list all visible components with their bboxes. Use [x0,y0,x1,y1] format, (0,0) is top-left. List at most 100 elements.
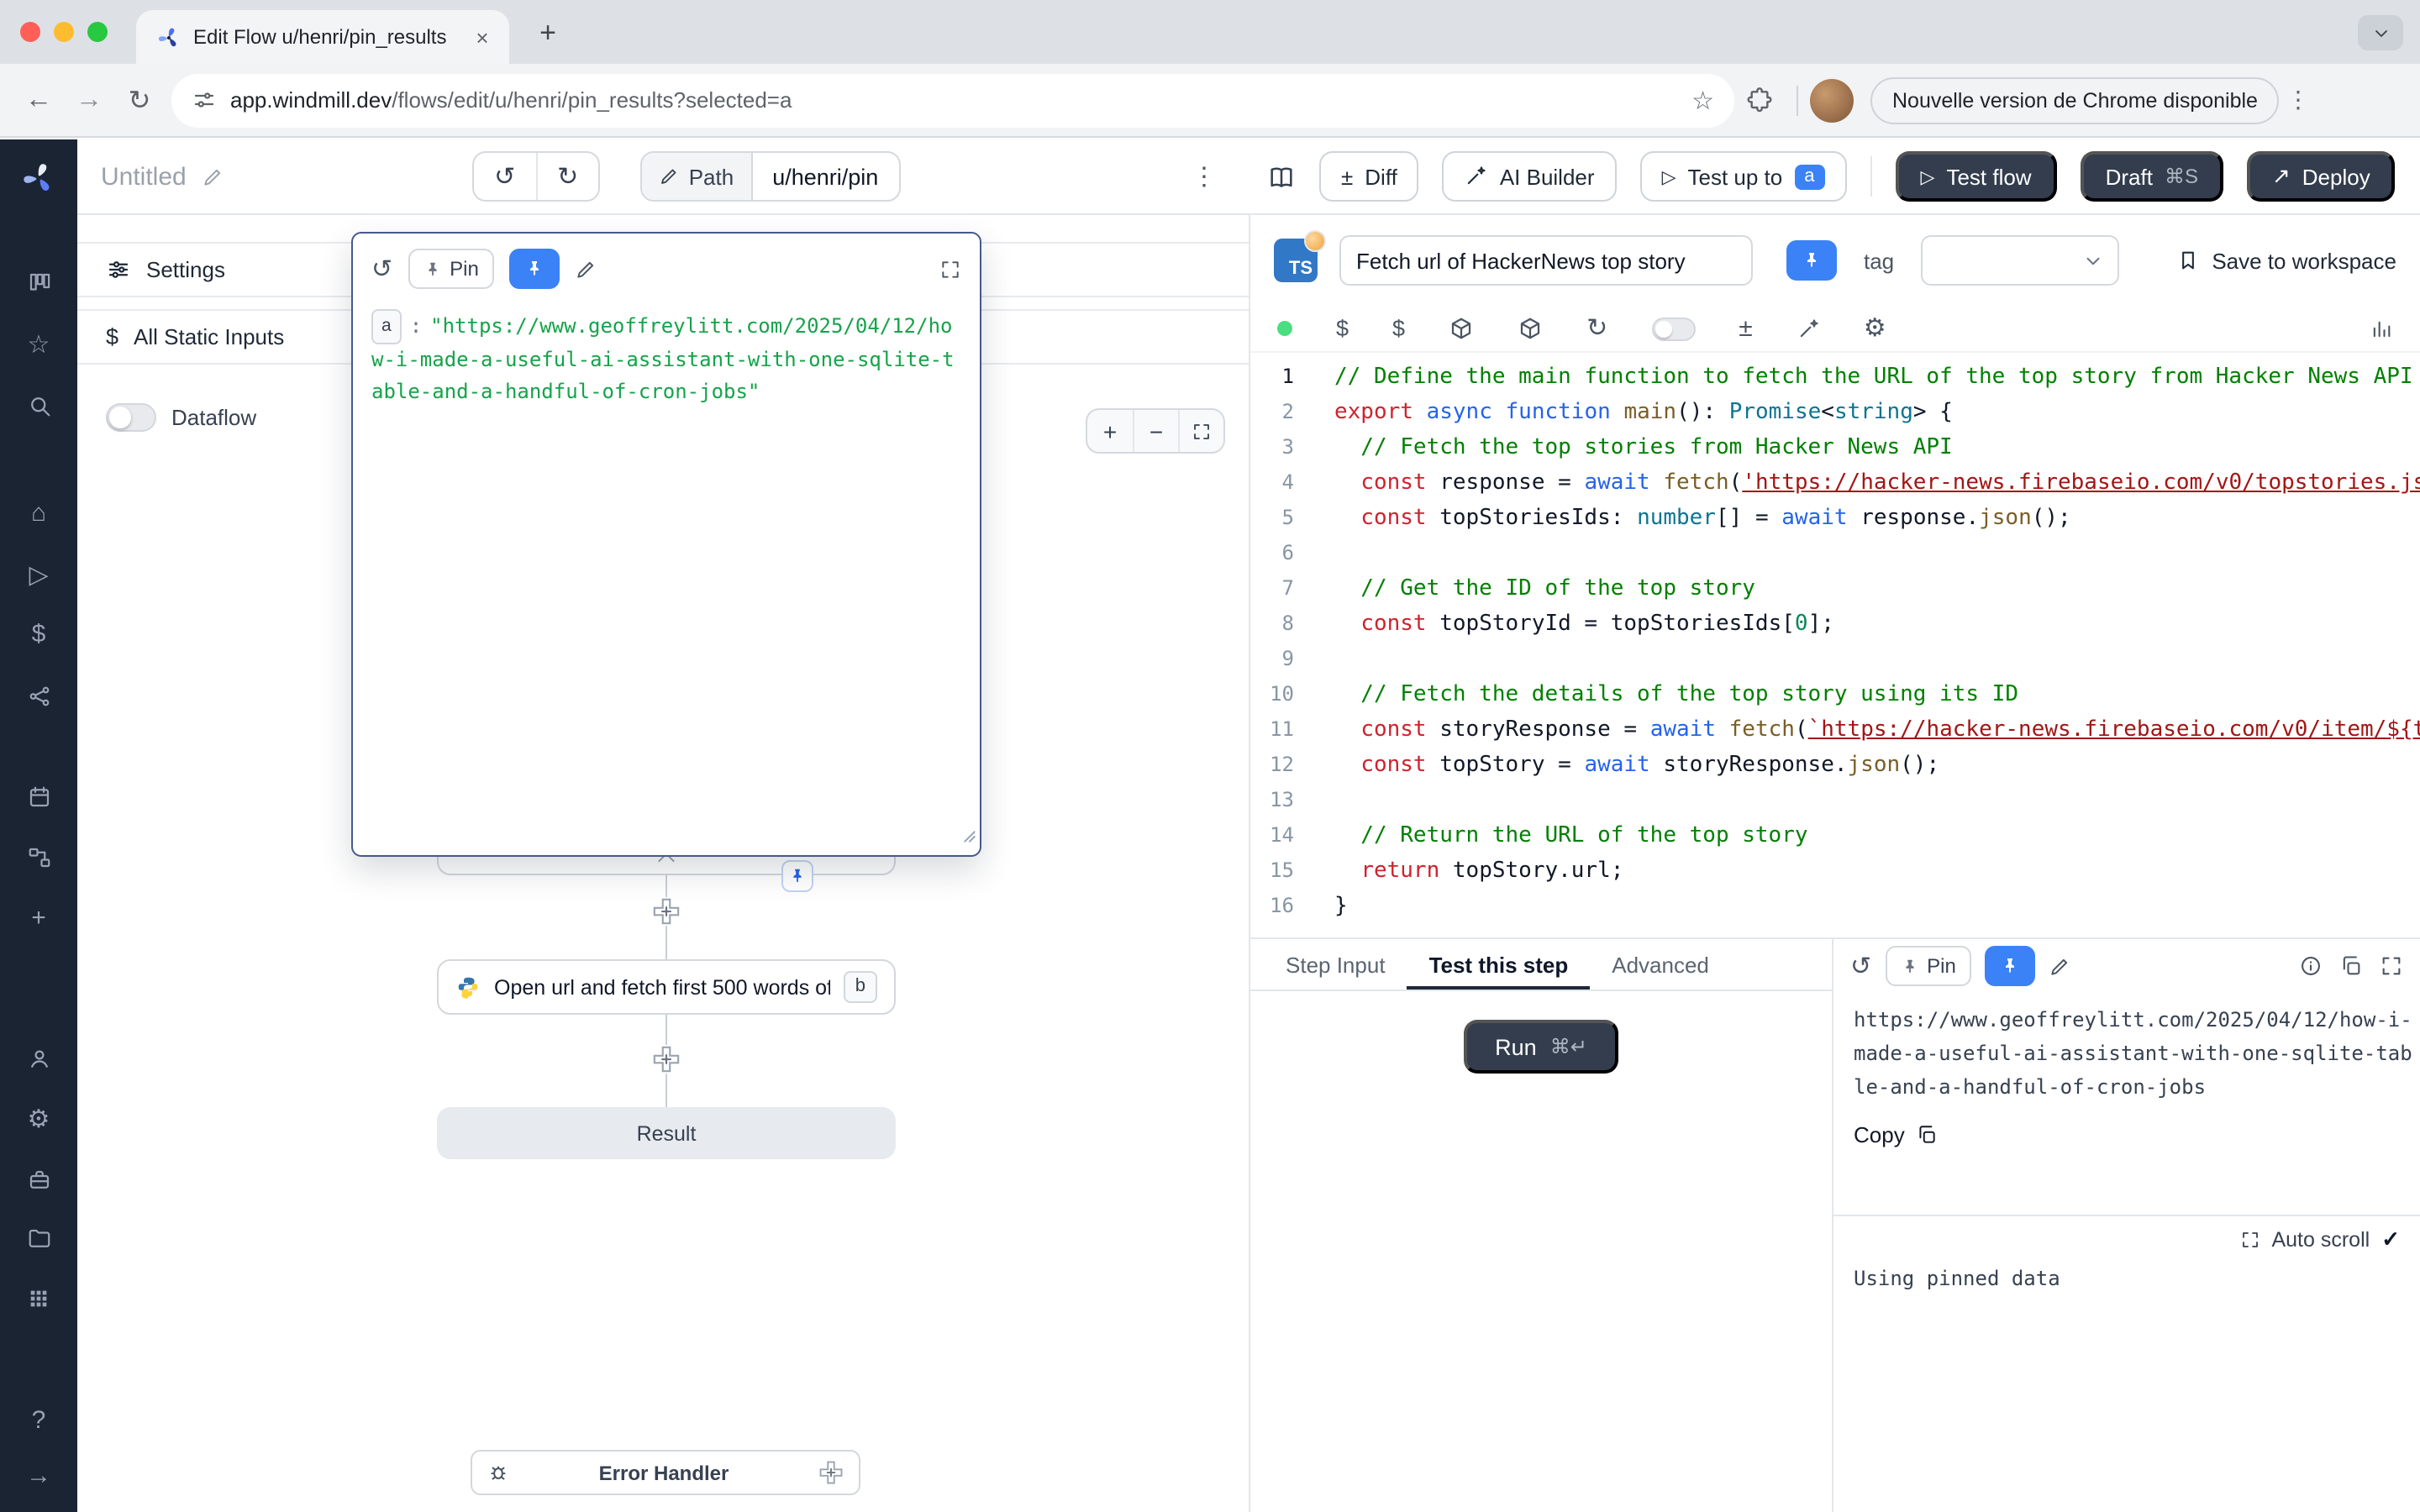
home-icon[interactable]: ⌂ [0,494,77,531]
copy-icon[interactable] [2339,954,2363,978]
tab-close-icon[interactable]: × [469,24,496,50]
diff-button[interactable]: ± Diff [1319,151,1419,202]
pinned-arg-value[interactable]: a:"https://www.geoffreylitt.com/2025/04/… [353,297,980,420]
resize-handle-icon[interactable] [961,823,978,853]
code-line[interactable]: 1// Define the main function to fetch th… [1250,360,2420,395]
code-line[interactable]: 15 return topStory.url; [1250,853,2420,889]
tab-step-input[interactable]: Step Input [1264,939,1407,990]
reload-script-icon[interactable]: ↻ [1586,316,1607,341]
forward-icon[interactable]: → [64,75,114,125]
code-line[interactable]: 13 [1250,783,2420,818]
runs-play-icon[interactable]: ▷ [0,556,77,593]
test-up-to-button[interactable]: ▷ Test up to a [1640,151,1847,202]
back-icon[interactable]: ← [13,75,64,125]
zoom-out-button[interactable]: − [1133,410,1178,452]
edit-pin-pencil-icon[interactable] [575,258,597,280]
code-line[interactable]: 11 const storyResponse = await fetch(`ht… [1250,712,2420,748]
code-line[interactable]: 12 const topStory = await storyResponse.… [1250,748,2420,783]
step-b-node[interactable]: Open url and fetch first 500 words of ..… [437,959,896,1015]
variables-dollar-icon[interactable]: $ [1336,316,1349,341]
result-pin-active-button[interactable] [1985,946,2035,986]
package-cube-icon[interactable] [1449,316,1474,341]
toolbar-kebab-icon[interactable]: ⋮ [1192,161,1217,192]
code-line[interactable]: 6 [1250,536,2420,571]
zoom-window-button[interactable] [87,22,108,42]
code-line[interactable]: 10 // Fetch the details of the top story… [1250,677,2420,712]
expand-popup-icon[interactable] [939,258,961,280]
test-flow-button[interactable]: ▷ Test flow [1896,151,2057,202]
history-icon[interactable]: ↺ [371,254,392,284]
code-line[interactable]: 5 const topStoriesIds: number[] = await … [1250,501,2420,536]
auto-scroll-row[interactable]: Auto scroll ✓ [1833,1216,2420,1262]
fit-view-button[interactable] [1178,410,1223,452]
error-handler-node[interactable]: Error Handler [471,1450,860,1495]
windmill-logo-icon[interactable] [0,160,77,197]
path-editor[interactable]: Path u/henri/pin [640,151,901,202]
create-plus-icon[interactable]: + [0,899,77,936]
edit-title-pencil-icon[interactable] [202,165,224,187]
code-line[interactable]: 4 const response = await fetch('https://… [1250,465,2420,501]
collapse-sidebar-icon[interactable]: → [0,1457,77,1494]
dataflow-toggle[interactable] [106,403,156,432]
favorites-star-icon[interactable]: ☆ [0,326,77,363]
user-icon[interactable] [0,1040,77,1077]
result-history-icon[interactable]: ↺ [1850,951,1871,981]
kanban-icon[interactable] [0,264,77,301]
minimize-window-button[interactable] [54,22,74,42]
result-pin-button[interactable]: Pin [1885,946,1971,986]
info-icon[interactable] [2299,954,2323,978]
bookmark-star-icon[interactable]: ☆ [1691,85,1714,115]
tab-advanced[interactable]: Advanced [1590,939,1731,990]
draft-button[interactable]: Draft ⌘S [2081,151,2223,202]
close-window-button[interactable] [20,22,40,42]
expand-result-icon[interactable] [2380,954,2403,978]
code-line[interactable]: 8 const topStoryId = topStoriesIds[0]; [1250,606,2420,642]
variables-dollar-icon[interactable]: $ [0,615,77,652]
search-icon[interactable] [0,386,77,423]
box-cube-icon[interactable] [1518,316,1543,341]
code-line[interactable]: 9 [1250,642,2420,677]
help-icon[interactable]: ? [0,1401,77,1438]
run-button[interactable]: Run ⌘↵ [1464,1020,1618,1074]
resources-dollar-icon[interactable]: $ [1392,316,1405,341]
code-line[interactable]: 2export async function main(): Promise<s… [1250,395,2420,430]
extensions-puzzle-icon[interactable] [1734,75,1785,125]
diff-plusminus-icon[interactable]: ± [1739,316,1752,341]
ai-wand-icon[interactable] [1797,317,1820,340]
ai-builder-button[interactable]: AI Builder [1443,151,1617,202]
code-line[interactable]: 7 // Get the ID of the top story [1250,571,2420,606]
step-a-pin-badge-icon[interactable] [781,860,813,892]
code-line[interactable]: 16} [1250,889,2420,924]
tag-select[interactable] [1921,235,2119,286]
pin-active-button[interactable] [509,249,560,289]
insert-step-button[interactable] [652,1045,681,1074]
schedules-calendar-icon[interactable] [0,778,77,815]
editor-toggle[interactable] [1651,317,1695,340]
resources-share-icon[interactable] [0,677,77,714]
editor-settings-gear-icon[interactable]: ⚙ [1864,316,1886,341]
header-pin-active-button[interactable] [1786,240,1837,281]
result-node[interactable]: Result [437,1107,896,1159]
workers-briefcase-icon[interactable] [0,1161,77,1198]
settings-gear-icon[interactable]: ⚙ [0,1100,77,1137]
insert-step-button[interactable] [652,897,681,926]
library-columns-icon[interactable] [2370,317,2393,340]
save-to-workspace-button[interactable]: Save to workspace [2176,248,2396,273]
code-editor[interactable]: 1// Define the main function to fetch th… [1250,353,2420,937]
apps-grid-icon[interactable] [0,1280,77,1317]
folders-icon[interactable] [0,1220,77,1257]
new-tab-button[interactable]: + [528,13,568,54]
profile-avatar[interactable] [1810,78,1854,122]
path-label-segment[interactable]: Path [642,153,753,200]
address-bar[interactable]: app.windmill.dev/flows/edit/u/henri/pin_… [171,73,1734,127]
deploy-button[interactable]: ↗ Deploy [2247,151,2396,202]
undo-icon[interactable]: ↺ [474,153,536,200]
step-title-input[interactable] [1339,235,1753,286]
browser-menu-kebab-icon[interactable]: ⋮ [2280,86,2317,114]
site-settings-icon[interactable] [192,87,217,113]
code-line[interactable]: 3 // Fetch the top stories from Hacker N… [1250,430,2420,465]
tab-search-chevron-icon[interactable] [2358,15,2403,50]
reload-icon[interactable]: ↻ [114,75,165,125]
flows-diagram-icon[interactable] [0,838,77,875]
add-error-handler-icon[interactable] [818,1460,844,1485]
